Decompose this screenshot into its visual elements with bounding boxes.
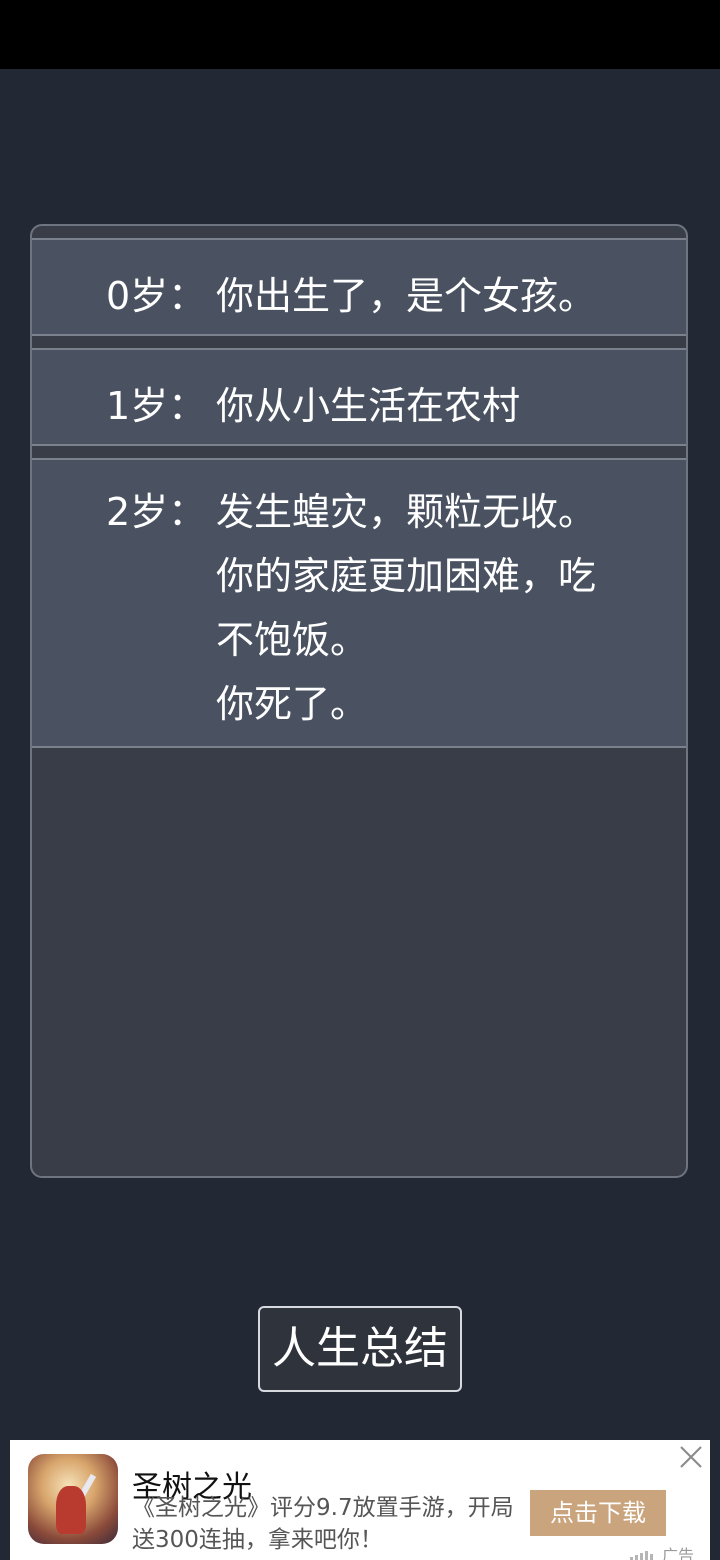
entry-age: 1岁： bbox=[106, 384, 207, 428]
log-entry: 0岁： 你出生了，是个女孩。 bbox=[32, 238, 686, 336]
hero-figure-icon bbox=[56, 1486, 86, 1534]
ad-description-line: 《圣树之光》评分9.7放置手游，开局 bbox=[132, 1495, 514, 1521]
download-button[interactable]: 点击下载 bbox=[530, 1490, 666, 1536]
log-entry: 2岁： 发生蝗灾，颗粒无收。 你的家庭更加困难，吃 不饱饭。 你死了。 bbox=[32, 458, 686, 748]
log-entry: 1岁： 你从小生活在农村 bbox=[32, 348, 686, 446]
ad-label-text: 广告 bbox=[662, 1546, 695, 1560]
entry-text-line: 不饱饭。 bbox=[216, 618, 369, 662]
entry-text-line: 你死了。 bbox=[216, 682, 369, 726]
status-bar bbox=[0, 0, 720, 69]
entry-text-line: 你出生了，是个女孩。 bbox=[216, 274, 597, 318]
ad-description-line: 送300连抽，拿来吧你！ bbox=[132, 1527, 383, 1553]
entry-text-line: 发生蝗灾，颗粒无收。 bbox=[216, 490, 597, 534]
close-icon[interactable] bbox=[678, 1444, 704, 1470]
ad-label: 广告 bbox=[630, 1542, 694, 1560]
entry-age: 0岁： bbox=[106, 274, 207, 318]
entry-text: 你从小生活在农村 bbox=[216, 374, 656, 438]
ad-banner[interactable]: 圣树之光 《圣树之光》评分9.7放置手游，开局 送300连抽，拿来吧你！ 点击下… bbox=[10, 1440, 710, 1560]
entry-text-line: 你从小生活在农村 bbox=[216, 384, 521, 428]
entry-text-line: 你的家庭更加困难，吃 bbox=[216, 554, 597, 598]
entry-text: 发生蝗灾，颗粒无收。 你的家庭更加困难，吃 不饱饭。 你死了。 bbox=[216, 480, 656, 736]
entry-age: 2岁： bbox=[106, 490, 207, 534]
life-summary-button[interactable]: 人生总结 bbox=[258, 1306, 462, 1392]
entry-text: 你出生了，是个女孩。 bbox=[216, 264, 656, 328]
ad-description[interactable]: 《圣树之光》评分9.7放置手游，开局 送300连抽，拿来吧你！ bbox=[132, 1492, 522, 1556]
life-log-panel[interactable]: 0岁： 你出生了，是个女孩。 1岁： 你从小生活在农村 2岁： 发生蝗灾，颗粒无… bbox=[30, 224, 688, 1178]
signal-icon bbox=[630, 1551, 653, 1560]
game-app-icon[interactable] bbox=[28, 1454, 118, 1544]
